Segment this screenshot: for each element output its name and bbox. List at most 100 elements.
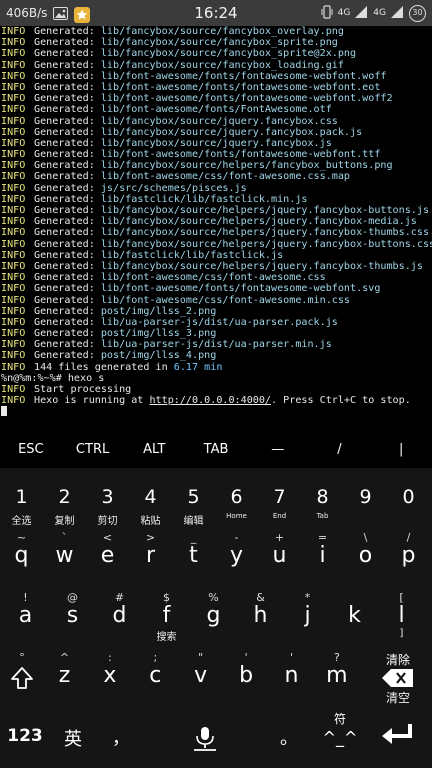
key-y[interactable]: -y xyxy=(216,526,257,586)
log-line: INFO Generated: lib/font-awesome/fonts/fo… xyxy=(1,149,381,161)
enter-key[interactable] xyxy=(374,706,422,766)
text-cursor xyxy=(1,406,7,417)
network-type-2: 4G xyxy=(373,8,386,18)
log-line: INFO Generated: lib/fancybox/source/fancy… xyxy=(1,59,344,71)
battery-icon: 30 xyxy=(409,4,426,22)
key-k[interactable]: k xyxy=(333,586,376,646)
key-j[interactable]: * j xyxy=(286,586,329,646)
key-d[interactable]: # d xyxy=(98,586,141,646)
shift-key[interactable]: ° xyxy=(4,646,40,706)
key-m[interactable]: ? m xyxy=(316,646,357,706)
period-key[interactable]: 。 xyxy=(272,706,306,766)
app-notification-icon xyxy=(74,6,91,23)
key-v[interactable]: " v xyxy=(180,646,221,706)
esc-key[interactable]: ESC xyxy=(0,432,62,468)
key-c[interactable]: ; c xyxy=(135,646,176,706)
log-line: INFO Generated: lib/fancybox/source/helpe… xyxy=(1,260,423,272)
log-line: INFO Generated: lib/font-awesome/css/font… xyxy=(1,294,351,306)
log-line: INFO Generated: lib/fancybox/source/fancy… xyxy=(1,26,344,37)
log-line: INFO Generated: lib/font-awesome/fonts/fo… xyxy=(1,93,393,105)
log-line: INFO Generated: lib/fancybox/source/helpe… xyxy=(1,160,393,172)
pipe-key[interactable]: | xyxy=(370,432,432,468)
log-line: INFO Generated: lib/fancybox/source/helpe… xyxy=(1,205,430,216)
key-h[interactable]: & h xyxy=(239,586,282,646)
symbol-key[interactable]: 符 ^_^ xyxy=(318,706,362,766)
delete-key[interactable]: 清除 清空 xyxy=(374,646,422,706)
key-n[interactable]: ' n xyxy=(271,646,312,706)
key-t[interactable]: _ t xyxy=(173,526,214,586)
signal-icon xyxy=(355,5,368,21)
bottom-row: 123 英 ， 。 符 ^_^ xyxy=(0,706,432,766)
key-i[interactable]: = i xyxy=(302,526,343,586)
key-u[interactable]: + u xyxy=(259,526,300,586)
extra-keys-row: ESC CTRL ALT TAB — / | xyxy=(0,432,432,468)
server-url-link[interactable]: http://0.0.0.0:4000/ xyxy=(149,395,271,406)
dash-key[interactable]: — xyxy=(247,432,309,468)
log-line: INFO Generated: lib/fastclick/lib/fastcli… xyxy=(1,193,308,205)
letter-row-3: ° ^ z: x; c " v ' b ' n? m 清除 清空 xyxy=(0,646,432,706)
status-bar: 406B/s 16:24 4G 4G 30 xyxy=(0,0,432,26)
ctrl-key[interactable]: CTRL xyxy=(62,432,124,468)
terminal-output[interactable]: INFO Generated: lib/fancybox/source/fancy… xyxy=(0,26,432,428)
key-r[interactable]: > r xyxy=(130,526,171,586)
language-key[interactable]: 英 xyxy=(54,706,92,766)
key-b[interactable]: ' b xyxy=(226,646,267,706)
key-a[interactable]: ! a xyxy=(4,586,47,646)
image-notification-icon xyxy=(53,6,69,20)
log-line: INFO Generated: lib/fancybox/source/helpe… xyxy=(1,227,430,239)
shift-icon xyxy=(4,666,40,696)
comma-key[interactable]: ， xyxy=(104,706,138,766)
key-q[interactable]: ~ q xyxy=(1,526,42,586)
log-line: INFO Generated: lib/font-awesome/fonts/fo… xyxy=(1,283,381,295)
log-line: INFO Generated: lib/fancybox/source/jquer… xyxy=(1,115,338,127)
log-lines: INFO Generated: lib/fancybox/source/fancy… xyxy=(1,26,432,362)
key-z[interactable]: ^ z xyxy=(44,646,85,706)
running-line: INFO Hexo is running at http://0.0.0.0:40… xyxy=(1,395,411,407)
slash-key[interactable]: / xyxy=(309,432,371,468)
key-e[interactable]: < e xyxy=(87,526,128,586)
letter-row-2: ! a @ s # d $ f 搜索% g & h * j k[l] xyxy=(0,586,432,646)
log-line: INFO Generated: lib/fancybox/source/fancy… xyxy=(1,48,357,60)
vibrate-icon xyxy=(321,4,333,22)
cursor-line xyxy=(1,406,432,417)
network-type: 4G xyxy=(337,8,351,18)
letter-row-1: ~ q ` w < e > r _ t - y + u = i \ o / p xyxy=(0,526,432,586)
log-line: INFO Generated: lib/fancybox/source/helpe… xyxy=(1,216,417,228)
log-line: INFO Generated: post/img/llss_4.png xyxy=(1,350,217,362)
log-line: INFO Generated: lib/font-awesome/fonts/fo… xyxy=(1,81,381,93)
key-w[interactable]: ` w xyxy=(44,526,85,586)
enter-icon xyxy=(374,724,422,752)
numbers-key[interactable]: 123 xyxy=(4,706,46,766)
key-l[interactable]: [l] xyxy=(380,586,423,646)
space-key[interactable] xyxy=(150,706,260,766)
key-f[interactable]: $ f 搜索 xyxy=(145,586,188,646)
key-p[interactable]: / p xyxy=(388,526,429,586)
key-o[interactable]: \ o xyxy=(345,526,386,586)
log-line: INFO Generated: lib/font-awesome/fonts/fo… xyxy=(1,70,387,82)
log-line: INFO Generated: lib/fancybox/source/fancy… xyxy=(1,37,338,49)
summary-line: INFO 144 files generated in 6.17 min xyxy=(1,361,223,373)
log-line: INFO Generated: lib/fancybox/source/helpe… xyxy=(1,238,432,250)
key-x[interactable]: :x xyxy=(89,646,130,706)
microphone-icon xyxy=(150,726,260,758)
alt-key[interactable]: ALT xyxy=(123,432,185,468)
start-line: INFO Start processing xyxy=(1,384,132,395)
log-line: INFO Generated: post/img/llss_3.png xyxy=(1,328,217,340)
command-prompt: %n@%m:%~%# hexo s xyxy=(1,372,105,384)
log-line: INFO Generated: lib/ua-parser-js/dist/ua-… xyxy=(1,316,338,328)
signal-icon-2 xyxy=(391,5,404,21)
log-line: INFO Generated: lib/fancybox/source/jquer… xyxy=(1,137,332,149)
log-line: INFO Generated: post/img/llss_2.png xyxy=(1,305,217,317)
tab-key[interactable]: TAB xyxy=(185,432,247,468)
log-line: INFO Generated: lib/font-awesome/fonts/Fo… xyxy=(1,104,332,116)
key-g[interactable]: % g xyxy=(192,586,235,646)
log-line: INFO Generated: lib/font-awesome/css/font… xyxy=(1,272,326,284)
key-s[interactable]: @ s xyxy=(51,586,94,646)
log-line: INFO Generated: lib/fastclick/lib/fastcli… xyxy=(1,249,284,261)
network-speed: 406B/s xyxy=(6,6,48,20)
soft-keyboard: 1 全选 2 复制 3 剪切 4 粘贴 5 编辑 6 Home 7 End 8 Tab 9 0 ~ q ` w < e > r _… xyxy=(0,468,432,768)
log-line: INFO Generated: lib/font-awesome/css/font… xyxy=(1,171,351,183)
log-line: INFO Generated: lib/ua-parser-js/dist/ua-… xyxy=(1,339,332,351)
log-line: INFO Generated: js/src/schemes/pisces.js xyxy=(1,182,247,194)
log-line: INFO Generated: lib/fancybox/source/jquer… xyxy=(1,126,363,138)
